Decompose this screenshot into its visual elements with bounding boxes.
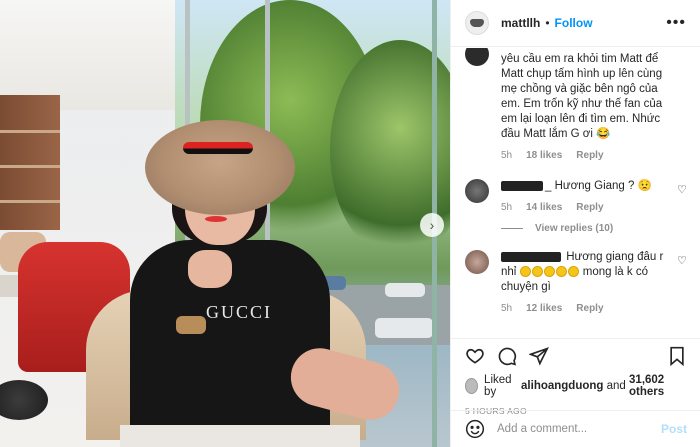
more-options-icon[interactable]: ••• (666, 14, 686, 32)
worried-emoji-icon (543, 266, 555, 278)
comment-likes[interactable]: 18 likes (526, 150, 562, 161)
reply-button[interactable]: Reply (576, 303, 603, 314)
likes-summary: Liked by alihoangduong and 31,602 others (465, 374, 687, 398)
comment-icon[interactable] (497, 346, 517, 366)
comment-text: _ Hương Giang ? 😟 (501, 179, 675, 194)
comment-likes[interactable]: 14 likes (526, 202, 562, 213)
liked-and: and (606, 380, 626, 392)
comment-item: ♡ Hương giang đâu r nhỉ mong là k có chu… (451, 250, 700, 314)
redacted-username (501, 180, 543, 191)
post-actions: Liked by alihoangduong and 31,602 others… (451, 338, 700, 416)
comment-time: 5h (501, 202, 513, 213)
view-replies-label[interactable]: View replies (10) (535, 223, 613, 234)
post-header: mattllh • Follow ••• (451, 0, 700, 47)
worried-emoji-icon (531, 266, 543, 278)
share-icon[interactable] (529, 346, 549, 366)
comment-composer: Post (451, 410, 700, 447)
shelf (0, 165, 60, 168)
comment-time: 5h (501, 150, 513, 161)
comment-meta: 5h 18 likes Reply (501, 150, 675, 161)
comment-time: 5h (501, 303, 513, 314)
user-avatar[interactable] (465, 11, 489, 35)
replies-line (501, 228, 523, 229)
worried-emoji-icon (519, 266, 531, 278)
hat-band (183, 142, 253, 154)
likes-count-link[interactable]: 31,602 others (629, 374, 687, 398)
comment-likes[interactable]: 12 likes (526, 303, 562, 314)
commenter-avatar[interactable] (465, 179, 489, 203)
shirt-print: GUCCI (206, 302, 273, 322)
liker-username[interactable]: alihoangduong (521, 380, 603, 392)
view-replies-button[interactable]: View replies (10) (501, 223, 675, 234)
wood-wall (0, 95, 60, 230)
person-hand (188, 250, 232, 288)
comment-input[interactable] (497, 423, 661, 435)
lips (205, 216, 227, 222)
post-photo[interactable]: GUCCI › (0, 0, 450, 447)
commenter-avatar[interactable] (465, 48, 489, 66)
follow-button[interactable]: Follow (555, 16, 593, 30)
instagram-post-modal: GUCCI › mattllh • Follow ••• yêu cầu em … (0, 0, 700, 447)
reply-button[interactable]: Reply (576, 150, 603, 161)
post-side-panel: mattllh • Follow ••• yêu cầu em ra khỏi … (450, 0, 700, 447)
worried-emoji-icon (567, 266, 579, 278)
comment-body: _ Hương Giang ? 😟 (545, 180, 652, 192)
comment-item: ♡ _ Hương Giang ? 😟 5h 14 likes Reply Vi… (451, 179, 700, 234)
comment-meta: 5h 12 likes Reply (501, 303, 675, 314)
like-comment-heart-icon[interactable]: ♡ (677, 256, 687, 267)
liker-avatar[interactable] (465, 378, 479, 394)
next-photo-button[interactable]: › (420, 213, 444, 237)
emoji-icon[interactable] (465, 419, 485, 439)
action-icons (465, 342, 687, 370)
bookmark-icon[interactable] (667, 346, 687, 366)
like-comment-heart-icon[interactable]: ♡ (677, 185, 687, 196)
car (385, 283, 425, 297)
post-comment-button[interactable]: Post (661, 422, 687, 436)
heart-icon[interactable] (465, 346, 485, 366)
wristwatch (176, 316, 206, 334)
table-surface (120, 425, 360, 447)
shelf (0, 200, 60, 203)
separator-dot: • (545, 16, 550, 30)
stool (0, 380, 48, 420)
worried-emoji-icon (555, 266, 567, 278)
redacted-username (501, 251, 561, 262)
comment-item: yêu cầu em ra khỏi tim Matt để Matt chụp… (451, 48, 700, 161)
comment-meta: 5h 14 likes Reply (501, 202, 675, 213)
username-link[interactable]: mattllh (501, 16, 540, 30)
reply-button[interactable]: Reply (576, 202, 603, 213)
comment-text: yêu cầu em ra khỏi tim Matt để Matt chụp… (501, 53, 663, 140)
ceiling (0, 0, 190, 110)
comment-text: Hương giang đâu r nhỉ mong là k có chuyệ… (501, 250, 675, 295)
shelf (0, 130, 60, 133)
sun-hat (145, 120, 295, 215)
comments-list[interactable]: yêu cầu em ra khỏi tim Matt để Matt chụp… (451, 48, 700, 338)
liked-by-label: Liked by (484, 374, 512, 398)
commenter-avatar[interactable] (465, 250, 489, 274)
car (375, 318, 433, 338)
